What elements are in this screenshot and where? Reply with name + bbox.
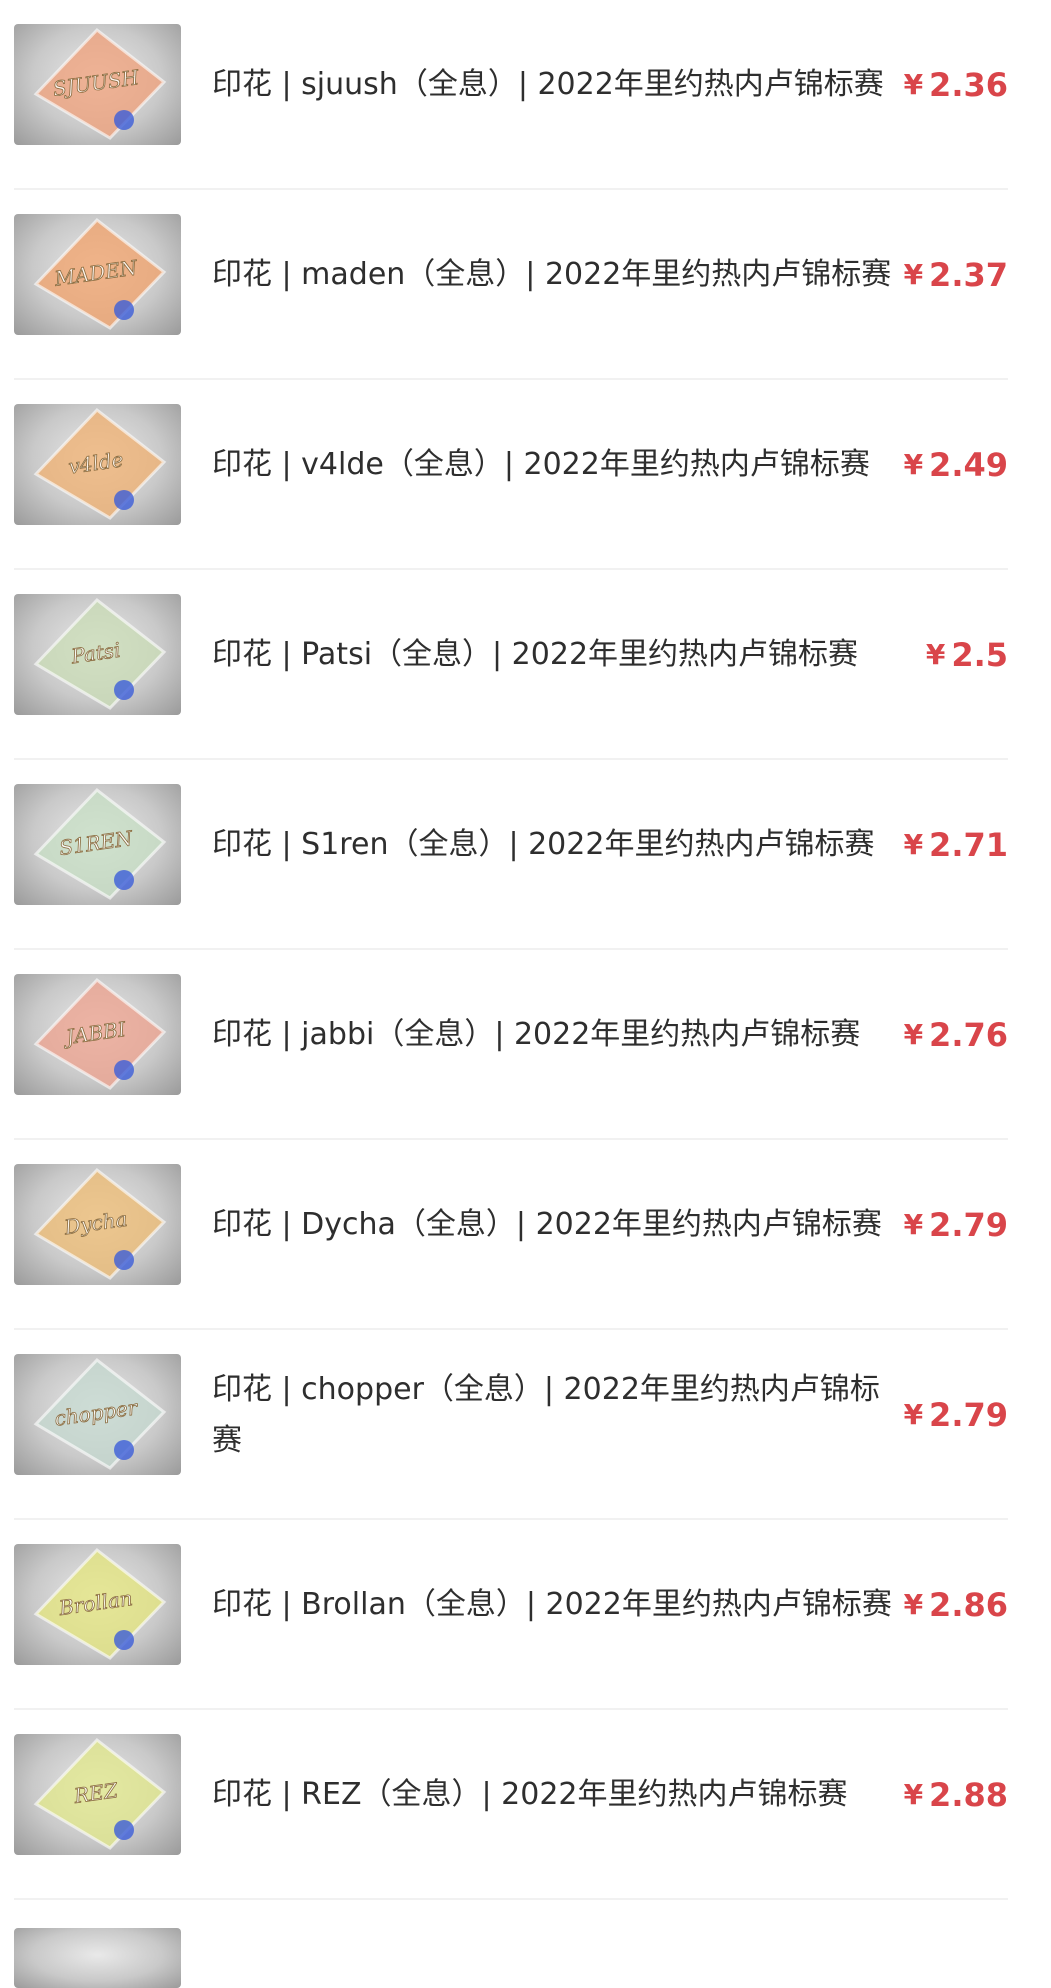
list-item[interactable]: S1REN 印花 | S1ren（全息）| 2022年里约热内卢锦标赛 ¥2.71 <box>0 760 1051 950</box>
rio-logo-icon <box>114 1630 134 1650</box>
list-item[interactable]: Dycha 印花 | Dycha（全息）| 2022年里约热内卢锦标赛 ¥2.79 <box>0 1140 1051 1330</box>
item-price: ¥2.36 <box>904 24 1008 145</box>
sticker-thumbnail[interactable]: JABBI <box>14 974 181 1095</box>
sticker-thumbnail[interactable]: MADEN <box>14 214 181 335</box>
item-price: ¥2.79 <box>904 1354 1008 1475</box>
currency-symbol: ¥ <box>903 1018 924 1051</box>
item-title[interactable]: 印花 | REZ（全息）| 2022年里约热内卢锦标赛 <box>212 1734 892 1855</box>
rio-logo-icon <box>114 300 134 320</box>
item-price: ¥2.88 <box>904 1734 1008 1855</box>
item-price: ¥2.5 <box>926 594 1008 715</box>
item-title[interactable]: 印花 | chopper（全息）| 2022年里约热内卢锦标赛 <box>212 1354 892 1475</box>
sticker-image: Patsi <box>33 597 167 710</box>
list-item[interactable]: JABBI 印花 | jabbi（全息）| 2022年里约热内卢锦标赛 ¥2.76 <box>0 950 1051 1140</box>
rio-logo-icon <box>114 1250 134 1270</box>
item-title-text: 印花 | Brollan（全息）| 2022年里约热内卢锦标赛 <box>212 1587 892 1622</box>
sticker-thumbnail[interactable]: chopper <box>14 1354 181 1475</box>
sticker-image: S1REN <box>33 787 167 900</box>
list-item[interactable]: REZ 印花 | REZ（全息）| 2022年里约热内卢锦标赛 ¥2.88 <box>0 1710 1051 1900</box>
rio-logo-icon <box>114 110 134 130</box>
price-value: 2.79 <box>929 1205 1008 1244</box>
item-title[interactable]: 印花 | v4lde（全息）| 2022年里约热内卢锦标赛 <box>212 404 892 525</box>
list-item[interactable]: Patsi 印花 | Patsi（全息）| 2022年里约热内卢锦标赛 ¥2.5 <box>0 570 1051 760</box>
sticker-thumbnail[interactable]: Patsi <box>14 594 181 715</box>
sticker-thumbnail[interactable]: S1REN <box>14 784 181 905</box>
price-value: 2.5 <box>951 635 1008 674</box>
item-title[interactable]: 印花 | Dycha（全息）| 2022年里约热内卢锦标赛 <box>212 1164 892 1285</box>
currency-symbol: ¥ <box>903 1778 924 1811</box>
sticker-image: v4lde <box>33 407 167 520</box>
list-item[interactable]: SJUUSH 印花 | sjuush（全息）| 2022年里约热内卢锦标赛 ¥2.3… <box>0 0 1051 190</box>
sticker-image: REZ <box>33 1737 167 1850</box>
item-price: ¥2.86 <box>904 1544 1008 1665</box>
rio-logo-icon <box>114 1440 134 1460</box>
rio-logo-icon <box>114 1060 134 1080</box>
rio-logo-icon <box>114 870 134 890</box>
item-price: ¥2.49 <box>904 404 1008 525</box>
currency-symbol: ¥ <box>903 828 924 861</box>
item-title[interactable]: 印花 | Patsi（全息）| 2022年里约热内卢锦标赛 <box>212 594 892 715</box>
price-value: 2.86 <box>929 1585 1008 1624</box>
price-value: 2.88 <box>929 1775 1008 1814</box>
sticker-image: Brollan <box>33 1547 167 1660</box>
item-title-text: 印花 | maden（全息）| 2022年里约热内卢锦标赛 <box>212 257 892 292</box>
currency-symbol: ¥ <box>903 68 924 101</box>
price-value: 2.71 <box>929 825 1008 864</box>
sticker-thumbnail[interactable]: SJUUSH <box>14 24 181 145</box>
currency-symbol: ¥ <box>903 258 924 291</box>
item-title-text: 印花 | Patsi（全息）| 2022年里约热内卢锦标赛 <box>212 637 859 672</box>
item-title-text: 印花 | v4lde（全息）| 2022年里约热内卢锦标赛 <box>212 447 870 482</box>
price-value: 2.49 <box>929 445 1008 484</box>
item-price: ¥2.76 <box>904 974 1008 1095</box>
rio-logo-icon <box>114 1820 134 1840</box>
item-title-text: 印花 | REZ（全息）| 2022年里约热内卢锦标赛 <box>212 1777 848 1812</box>
item-price: ¥2.79 <box>904 1164 1008 1285</box>
rio-logo-icon <box>114 490 134 510</box>
currency-symbol: ¥ <box>903 1208 924 1241</box>
sticker-image: SJUUSH <box>33 27 167 140</box>
item-title-text: 印花 | sjuush（全息）| 2022年里约热内卢锦标赛 <box>212 67 884 102</box>
currency-symbol: ¥ <box>903 448 924 481</box>
price-value: 2.79 <box>929 1395 1008 1434</box>
item-title-text: 印花 | jabbi（全息）| 2022年里约热内卢锦标赛 <box>212 1017 861 1052</box>
currency-symbol: ¥ <box>925 638 946 671</box>
sticker-thumbnail[interactable]: v4lde <box>14 404 181 525</box>
currency-symbol: ¥ <box>903 1398 924 1431</box>
list-item[interactable]: Brollan 印花 | Brollan（全息）| 2022年里约热内卢锦标赛 ¥2… <box>0 1520 1051 1710</box>
sticker-image: MADEN <box>33 217 167 330</box>
item-title[interactable]: 印花 | Brollan（全息）| 2022年里约热内卢锦标赛 <box>212 1544 892 1665</box>
price-value: 2.76 <box>929 1015 1008 1054</box>
item-title-text: 印花 | chopper（全息）| 2022年里约热内卢锦标赛 <box>212 1371 880 1458</box>
price-value: 2.36 <box>929 65 1008 104</box>
sticker-thumbnail[interactable]: REZ <box>14 1734 181 1855</box>
price-value: 2.37 <box>929 255 1008 294</box>
item-title[interactable]: 印花 | jabbi（全息）| 2022年里约热内卢锦标赛 <box>212 974 892 1095</box>
rio-logo-icon <box>114 680 134 700</box>
list-item-partial[interactable] <box>0 1900 1051 1988</box>
item-price: ¥2.71 <box>904 784 1008 905</box>
item-list: SJUUSH 印花 | sjuush（全息）| 2022年里约热内卢锦标赛 ¥2.3… <box>0 0 1051 1988</box>
item-title-text: 印花 | Dycha（全息）| 2022年里约热内卢锦标赛 <box>212 1207 882 1242</box>
list-item[interactable]: chopper 印花 | chopper（全息）| 2022年里约热内卢锦标赛 ¥2… <box>0 1330 1051 1520</box>
item-price: ¥2.37 <box>904 214 1008 335</box>
item-title[interactable]: 印花 | sjuush（全息）| 2022年里约热内卢锦标赛 <box>212 24 892 145</box>
sticker-image: JABBI <box>33 977 167 1090</box>
item-title-text: 印花 | S1ren（全息）| 2022年里约热内卢锦标赛 <box>212 827 875 862</box>
item-title[interactable]: 印花 | S1ren（全息）| 2022年里约热内卢锦标赛 <box>212 784 892 905</box>
sticker-image: chopper <box>33 1357 167 1470</box>
list-item[interactable]: MADEN 印花 | maden（全息）| 2022年里约热内卢锦标赛 ¥2.37 <box>0 190 1051 380</box>
list-item[interactable]: v4lde 印花 | v4lde（全息）| 2022年里约热内卢锦标赛 ¥2.49 <box>0 380 1051 570</box>
currency-symbol: ¥ <box>903 1588 924 1621</box>
sticker-thumbnail[interactable]: Dycha <box>14 1164 181 1285</box>
sticker-image: Dycha <box>33 1167 167 1280</box>
item-title[interactable]: 印花 | maden（全息）| 2022年里约热内卢锦标赛 <box>212 214 892 335</box>
sticker-thumbnail[interactable] <box>14 1928 181 1988</box>
sticker-thumbnail[interactable]: Brollan <box>14 1544 181 1665</box>
